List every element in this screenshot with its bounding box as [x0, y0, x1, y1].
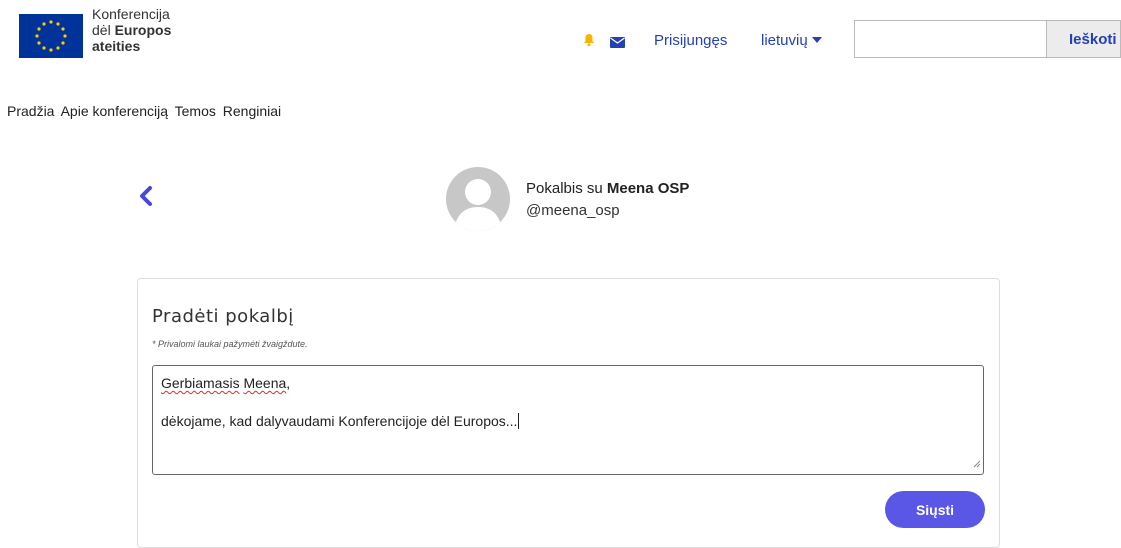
message-body-text: dėkojame, kad dalyvaudami Konferencijoje…: [161, 413, 518, 429]
message-body-line: dėkojame, kad dalyvaudami Konferencijoje…: [161, 412, 975, 430]
user-placeholder-icon: [454, 179, 502, 231]
resize-handle-icon[interactable]: [972, 454, 981, 472]
back-arrow-icon[interactable]: [136, 184, 156, 208]
nav-item-events[interactable]: Renginiai: [223, 103, 281, 119]
message-greeting-punct: ,: [286, 375, 291, 391]
search-input[interactable]: [854, 20, 1046, 58]
send-button[interactable]: Siųsti: [885, 491, 985, 528]
site-logo-text[interactable]: Konferencija dėl Europos ateities: [92, 6, 171, 54]
main-nav: Pradžia Apie konferenciją Temos Renginia…: [7, 103, 284, 119]
message-textarea[interactable]: Gerbiamasis Meena, dėkojame, kad dalyvau…: [152, 365, 984, 475]
conversation-title: Pokalbis su Meena OSP: [526, 180, 689, 197]
nav-item-home[interactable]: Pradžia: [7, 103, 54, 119]
nav-item-topics[interactable]: Temos: [175, 103, 216, 119]
logo-line-3: ateities: [92, 38, 141, 54]
bell-icon[interactable]: [582, 33, 596, 52]
nav-item-about[interactable]: Apie konferenciją: [61, 103, 168, 119]
logo-line-1: Konferencija: [92, 6, 170, 22]
eu-flag-logo[interactable]: [19, 14, 83, 58]
eu-stars-icon: [35, 20, 67, 52]
login-status-link[interactable]: Prisijungęs: [654, 32, 727, 49]
site-header: Konferencija dėl Europos ateities Prisij…: [0, 0, 1121, 70]
caret-down-icon: [811, 37, 822, 43]
avatar: [446, 167, 510, 231]
conversation-partner-handle: @meena_osp: [526, 202, 620, 219]
message-greeting-word-1: Gerbiamasis: [161, 375, 240, 391]
logo-line-2-prefix: dėl: [92, 22, 115, 38]
mail-icon[interactable]: [610, 35, 625, 53]
logo-line-2-bold: Europos: [114, 22, 172, 38]
conversation-title-prefix: Pokalbis su: [526, 180, 607, 197]
language-select[interactable]: lietuvių: [761, 32, 822, 49]
language-label: lietuvių: [761, 32, 808, 49]
message-greeting-word-2: Meena: [243, 375, 287, 391]
required-fields-note: * Privalomi laukai pažymėti žvaigždute.: [152, 339, 308, 349]
text-cursor: [518, 413, 520, 429]
message-greeting-line: Gerbiamasis Meena,: [161, 374, 975, 392]
logo-line-2: dėl Europos: [92, 22, 171, 38]
search-button[interactable]: Ieškoti: [1046, 20, 1121, 58]
conversation-partner-name: Meena OSP: [606, 180, 690, 197]
form-title: Pradėti pokalbį: [152, 306, 294, 327]
